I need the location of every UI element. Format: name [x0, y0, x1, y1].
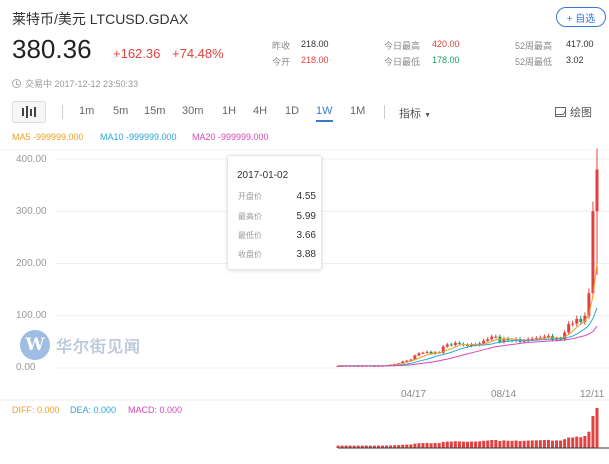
macd-bar [413, 443, 417, 448]
macd-bar [474, 441, 478, 448]
macd-bar [437, 443, 441, 448]
candle-body [494, 336, 498, 338]
macd-bar [421, 443, 425, 448]
tooltip-date: 2017-01-02 [237, 170, 289, 181]
candle-body [579, 318, 583, 323]
macd-bar [482, 440, 486, 448]
macd-bar [445, 441, 449, 448]
candle-body [453, 342, 457, 346]
macd-bar [409, 444, 413, 448]
macd-bar [579, 437, 583, 448]
x-tick-label: 12/11 [580, 389, 605, 400]
macd-bar [530, 440, 534, 448]
candle-body [425, 351, 429, 353]
ma5-line [338, 263, 598, 367]
macd-diff-legend: DIFF: 0.000 [12, 405, 60, 415]
macd-bar [591, 416, 595, 448]
macd-bar [470, 441, 474, 448]
x-tick-label: 04/17 [401, 389, 427, 400]
macd-bar [457, 441, 461, 448]
candle-body [482, 340, 486, 344]
candle-body [486, 339, 490, 341]
macd-bar [506, 440, 510, 448]
ma10-line [338, 307, 598, 367]
tooltip-high-label: 最高价 [238, 212, 262, 221]
macd-bar [550, 440, 554, 448]
candle-body [546, 336, 550, 338]
macd-value-legend: MACD: 0.000 [128, 405, 183, 415]
macd-bar [449, 441, 453, 448]
x-tick-label: 08/14 [491, 389, 517, 400]
macd-bar [563, 439, 567, 448]
macd-bar [587, 431, 591, 448]
macd-bar [567, 437, 571, 448]
macd-bar [441, 441, 445, 448]
candle-body [571, 323, 575, 325]
macd-bar [502, 440, 506, 448]
macd-bar [433, 443, 437, 448]
macd-bar [510, 440, 514, 448]
candle-body [542, 336, 546, 338]
macd-bar [429, 443, 433, 448]
macd-bar [546, 439, 550, 448]
macd-bar [571, 437, 575, 448]
macd-bar [425, 442, 429, 448]
candle-body [530, 338, 534, 340]
candle-body [445, 344, 449, 347]
macd-bar [514, 440, 518, 448]
macd-bar [522, 440, 526, 448]
macd-dea-legend: DEA: 0.000 [70, 405, 117, 415]
macd-bar [542, 440, 546, 448]
tooltip-close: 3.88 [296, 249, 316, 260]
candle-body [421, 352, 425, 354]
macd-bar [555, 440, 559, 448]
candle-body [417, 353, 421, 356]
candle-body [567, 324, 571, 333]
macd-bar [466, 441, 469, 448]
macd-bar [575, 436, 579, 448]
tooltip-low-label: 最低价 [238, 231, 262, 240]
macd-bar [498, 441, 502, 448]
macd-bar [490, 440, 494, 448]
watermark-text: 华尔街见闻 [56, 339, 142, 356]
tooltip-low: 3.66 [296, 230, 316, 241]
macd-bar [538, 440, 542, 448]
macd-bar [486, 440, 490, 448]
candle-body [490, 336, 494, 340]
macd-bar [559, 440, 563, 448]
macd-bar [518, 441, 522, 448]
watermark: W 华尔街见闻 [20, 330, 141, 360]
tooltip-open-label: 开盘价 [238, 192, 262, 201]
tooltip-open: 4.55 [296, 191, 316, 202]
candle-body [457, 342, 461, 344]
macd-bar [453, 441, 457, 448]
candle-body [449, 344, 453, 346]
tooltip-close-label: 收盘价 [238, 250, 262, 259]
ohlc-tooltip: 2017-01-02 开盘价 4.55 最高价 5.99 最低价 3.66 收盘价 3.… [227, 155, 322, 270]
tooltip-high: 5.99 [296, 211, 316, 222]
macd-bar [494, 440, 498, 448]
macd-bar [461, 441, 465, 448]
macd-bar [526, 440, 530, 448]
candle-body [591, 211, 595, 294]
candle-body [575, 318, 579, 324]
macd-bar [478, 441, 482, 448]
macd-bar [583, 436, 587, 448]
macd-bar [534, 440, 538, 448]
macd-bar [405, 444, 409, 448]
wallstreetcn-logo-icon: W [20, 330, 50, 360]
macd-bar [417, 443, 421, 448]
